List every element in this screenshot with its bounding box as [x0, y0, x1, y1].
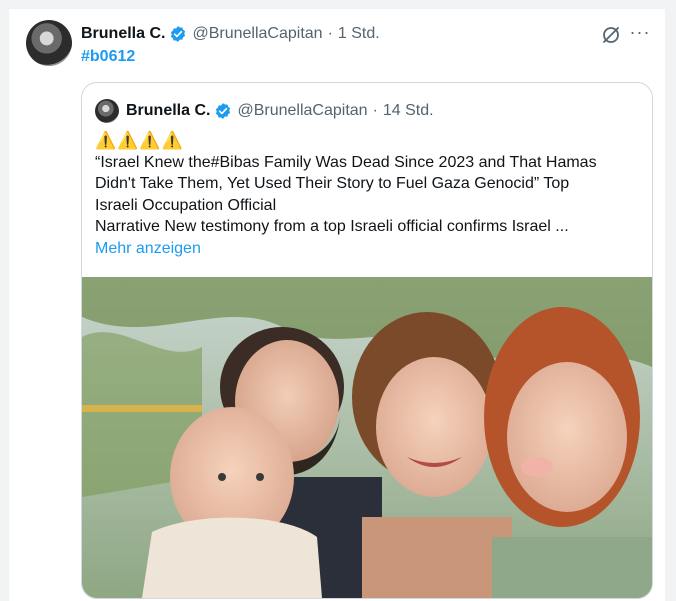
avatar[interactable] — [26, 20, 72, 66]
quoted-header: Brunella C. @BrunellaCapitan · 14 Std. — [126, 101, 434, 121]
quoted-author-handle[interactable]: @BrunellaCapitan — [237, 102, 367, 120]
show-more-link[interactable]: Mehr anzeigen — [95, 238, 643, 260]
quoted-text-line: “Israel Knew the#Bibas Family Was Dead S… — [95, 153, 597, 171]
quoted-text: ⚠️⚠️⚠️⚠️ “Israel Knew the#Bibas Family W… — [95, 130, 643, 259]
verified-badge-icon — [169, 25, 187, 43]
tweet-card[interactable]: Brunella C. @BrunellaCapitan · 1 Std. ··… — [8, 8, 666, 601]
more-options-icon[interactable]: ··· — [629, 23, 651, 45]
quoted-photo[interactable] — [82, 277, 652, 598]
grok-icon[interactable] — [601, 25, 621, 45]
author-name[interactable]: Brunella C. — [81, 25, 165, 43]
quoted-text-line: Narrative New testimony from a top Israe… — [95, 218, 569, 235]
separator: · — [327, 25, 333, 42]
quoted-author-name[interactable]: Brunella C. — [126, 102, 210, 120]
hashtag-link[interactable]: #b0612 — [81, 48, 135, 66]
author-handle[interactable]: @BrunellaCapitan — [192, 25, 322, 43]
quoted-text-line: Didn't Take Them, Yet Used Their Story t… — [95, 175, 570, 192]
quoted-avatar[interactable] — [95, 99, 119, 123]
verified-badge-icon — [214, 102, 232, 120]
quoted-tweet[interactable]: Brunella C. @BrunellaCapitan · 14 Std. ⚠… — [81, 82, 653, 599]
separator: · — [372, 102, 378, 119]
quoted-text-line: Israeli Occupation Official — [95, 196, 277, 214]
timestamp[interactable]: 1 Std. — [338, 25, 380, 43]
tweet-header: Brunella C. @BrunellaCapitan · 1 Std. — [81, 24, 380, 44]
quoted-timestamp[interactable]: 14 Std. — [383, 102, 434, 120]
warning-icon: ⚠️⚠️⚠️⚠️ — [95, 131, 184, 150]
